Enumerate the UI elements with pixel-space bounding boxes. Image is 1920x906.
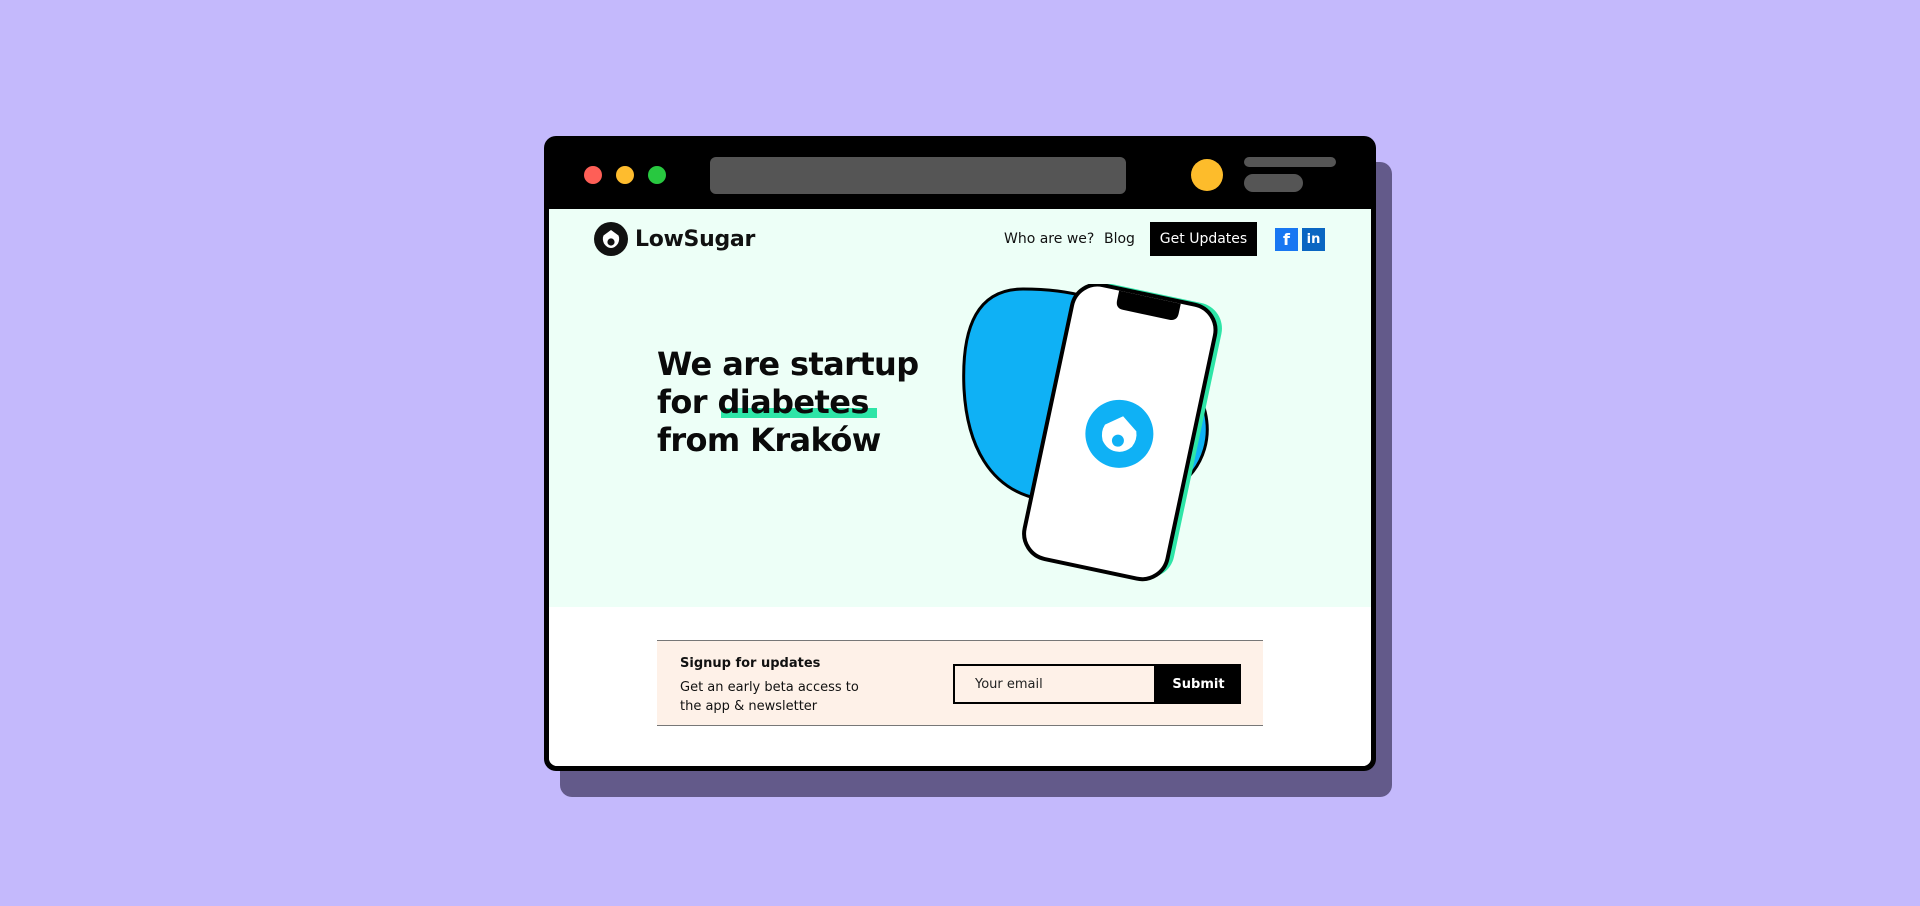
nav-link-who-are-we[interactable]: Who are we? (1004, 231, 1094, 247)
headline-line-1: We are startup (657, 345, 919, 383)
toolbar-placeholder-line (1244, 157, 1336, 167)
maximize-window-button[interactable] (648, 166, 666, 184)
signup-title: Signup for updates (680, 656, 821, 671)
toolbar-placeholder-pill (1244, 174, 1303, 192)
headline-highlight-word: diabetes (717, 383, 878, 421)
profile-avatar[interactable] (1191, 159, 1223, 191)
facebook-icon[interactable]: f (1275, 228, 1298, 251)
get-updates-button[interactable]: Get Updates (1150, 222, 1257, 256)
browser-window: LowSugar Who are we? Blog Get Updates f … (544, 136, 1376, 771)
nav-link-blog[interactable]: Blog (1104, 231, 1135, 247)
minimize-window-button[interactable] (616, 166, 634, 184)
submit-button[interactable]: Submit (1156, 664, 1241, 704)
signup-card: Signup for updates Get an early beta acc… (657, 640, 1263, 726)
browser-titlebar (544, 136, 1376, 209)
hero-headline: We are startup for diabetes from Kraków (657, 345, 957, 459)
headline-line-3: from Kraków (657, 421, 881, 459)
headline-prefix: for (657, 383, 718, 421)
email-field[interactable] (953, 664, 1156, 704)
signup-description: Get an early beta access to the app & ne… (680, 680, 859, 714)
linkedin-icon[interactable]: in (1302, 228, 1325, 251)
close-window-button[interactable] (584, 166, 602, 184)
top-nav: Who are we? Blog Get Updates f in (549, 222, 1371, 256)
signup-section: Signup for updates Get an early beta acc… (549, 607, 1371, 766)
page-viewport: LowSugar Who are we? Blog Get Updates f … (549, 209, 1371, 766)
headline-line-2: for diabetes (657, 383, 957, 421)
phone-illustration (959, 282, 1259, 604)
address-bar[interactable] (710, 157, 1126, 194)
hero-section: LowSugar Who are we? Blog Get Updates f … (549, 209, 1371, 607)
